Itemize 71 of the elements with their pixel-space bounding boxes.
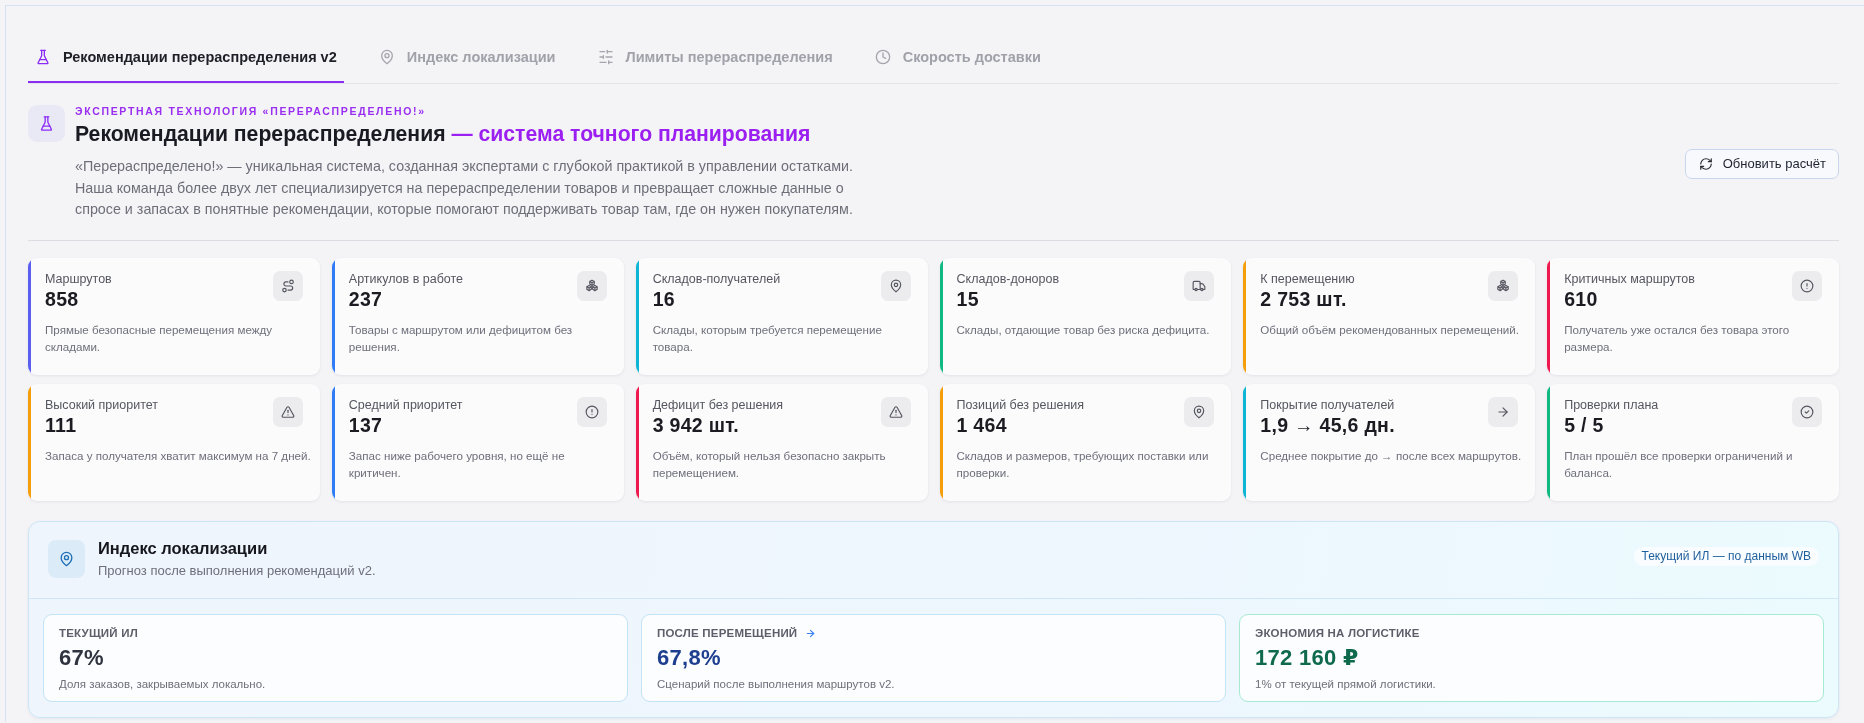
section-title: Индекс локализации — [98, 537, 269, 558]
eyebrow-label: ЭКСПЕРТНАЯ ТЕХНОЛОГИЯ «ПЕРЕРАСПРЕДЕЛЕНО!» — [75, 105, 427, 118]
cubes-icon — [576, 270, 607, 301]
clock-icon — [874, 49, 891, 65]
stat-description: Прямые безопасные перемещения между складами. — [45, 321, 274, 355]
stat-value: 1 464 — [956, 412, 1008, 437]
metric-label: ТЕКУЩИЙ ИЛ — [59, 625, 138, 641]
stat-label: Покрытие получателей — [1260, 396, 1395, 413]
stat-description: Общий объём рекомендованных перемещений. — [1260, 321, 1520, 338]
stat-description: Среднее покрытие до → после всех маршрутов. — [1260, 447, 1523, 464]
metric-value: 67,8% — [657, 644, 722, 671]
route-icon — [272, 270, 303, 301]
flask-icon — [28, 105, 65, 142]
stat-value: 858 — [45, 286, 80, 311]
metric-value: 67% — [59, 644, 105, 671]
metric-description: 1% от текущей прямой логистики. — [1255, 676, 1437, 692]
data-source-badge: Текущий ИЛ — по данным WB — [1633, 547, 1819, 566]
stat-value: 237 — [348, 286, 384, 311]
tab[interactable]: Рекомендации перераспределения v2 — [28, 31, 344, 83]
stat-description: Склады, которым требуется перемещение товара. — [652, 321, 883, 355]
stat-description: Получатель уже остался без товара этого размера. — [1564, 321, 1791, 355]
tab[interactable]: Лимиты перераспределения — [590, 31, 840, 83]
stat-value: 5 / 5 — [1564, 412, 1605, 437]
stat-label: Складов-доноров — [956, 270, 1060, 287]
stat-value: 2 753 шт. — [1260, 286, 1348, 311]
stat-description: Запас ниже рабочего уровня, но ещё не критичен. — [348, 447, 566, 481]
stat-value: 16 — [652, 286, 676, 311]
sliders-icon — [597, 49, 614, 65]
section-subtitle: Прогноз после выполнения рекомендаций v2. — [98, 561, 377, 580]
map-pin-icon — [48, 539, 85, 578]
stat-label: Дефицит без решения — [652, 396, 784, 413]
stat-value: 137 — [348, 412, 384, 437]
stat-label: Маршрутов — [45, 270, 112, 287]
stat-label: Проверки плана — [1564, 396, 1659, 413]
stat-description: Запаса у получателя хватит максимум на 7 дней. — [45, 447, 311, 464]
metric-label: ЭКОНОМИЯ НА ЛОГИСТИКЕ — [1255, 625, 1420, 641]
metric-label: ПОСЛЕ ПЕРЕМЕЩЕНИЙ — [657, 625, 798, 641]
cubes-icon — [1488, 270, 1519, 301]
stat-label: Складов-получателей — [652, 270, 781, 287]
tab[interactable]: Скорость доставки — [867, 31, 1048, 83]
flask-icon — [35, 49, 51, 65]
map-pin-icon — [1184, 396, 1215, 427]
tab[interactable]: Индекс локализации — [371, 31, 563, 83]
metric-value: 172 160 ₽ — [1255, 644, 1360, 671]
truck-icon — [1184, 270, 1215, 301]
stat-description: Складов и размеров, требующих поставки или проверки. — [956, 447, 1210, 481]
stat-description: Объём, который нельзя безопасно закрыть перемещением. — [652, 447, 887, 481]
stat-label: Высокий приоритет — [45, 396, 158, 413]
stat-label: Позиций без решения — [956, 396, 1085, 413]
stat-value: 111 — [45, 412, 78, 437]
stat-value: 610 — [1564, 286, 1599, 311]
stat-label: Артикулов в работе — [348, 270, 464, 287]
metric-description: Доля заказов, закрываемых локально. — [59, 676, 267, 692]
stat-label: К перемещению — [1260, 270, 1355, 287]
arrow-right-icon — [1488, 396, 1519, 427]
page-title: Рекомендации перераспределения — система точного планирования — [75, 121, 812, 148]
stat-value: 1,9 → 45,6 дн. — [1260, 412, 1395, 437]
stat-description: План прошёл все проверки ограничений и баланса. — [1564, 447, 1794, 481]
refresh-icon — [1698, 156, 1713, 171]
intro-paragraph: «Перераспределено!» — уникальная система, созданная экспертами с глубокой практикой в управлении остатками. Наша команда более двух лет специализируется на перераспределении товаров и превращает сложные данные о спросе и запасах в понятные рекомендации, которые помогают поддерживать товар там, где он нужен покупателям. — [75, 157, 855, 219]
stat-value: 3 942 шт. — [652, 412, 741, 437]
metric-description: Сценарий после выполнения маршрутов v2. — [657, 676, 896, 692]
arrow-right-icon — [805, 627, 817, 639]
map-pin-icon — [880, 270, 911, 301]
stat-description: Товары с маршрутом или дефицитом без решения. — [348, 321, 574, 355]
stat-value: 15 — [956, 286, 980, 311]
stat-label: Критичных маршрутов — [1564, 270, 1695, 287]
stat-description: Склады, отдающие товар без риска дефицита. — [956, 321, 1211, 338]
refresh-button[interactable]: Обновить расчёт — [1684, 148, 1839, 179]
map-pin-icon — [378, 49, 395, 65]
stat-label: Средний приоритет — [348, 396, 463, 413]
